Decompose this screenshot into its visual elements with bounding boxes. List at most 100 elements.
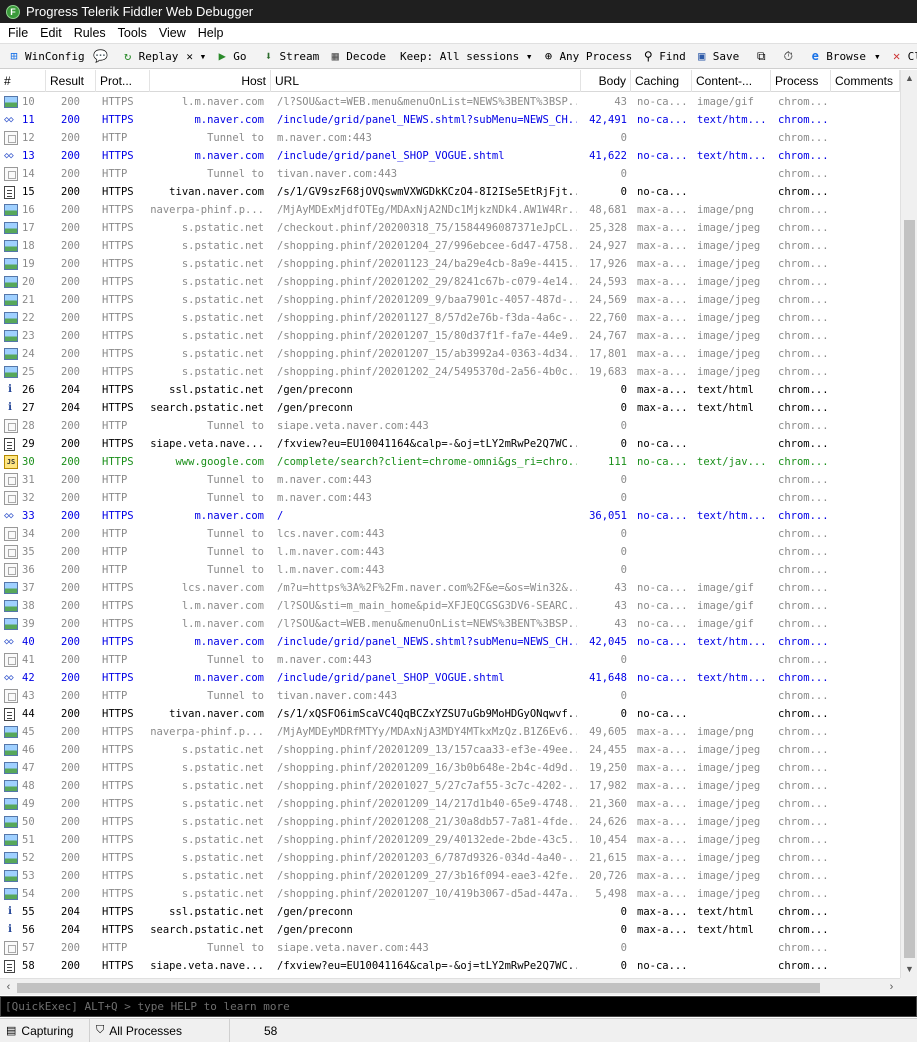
table-row[interactable]: 24 200 HTTPS s.pstatic.net/shopping.phinf/2… <box>0 345 900 363</box>
replay-button[interactable]: ↻ Replay <box>116 45 183 67</box>
capturing-toggle[interactable]: ▤ Capturing <box>0 1018 90 1042</box>
column-header-host[interactable]: Host <box>150 70 271 92</box>
table-row[interactable]: 29 200 HTTPS siape.veta.nave... /fxview?eu=E… <box>0 435 900 453</box>
scroll-right-arrow-icon[interactable]: › <box>883 979 900 996</box>
table-row[interactable]: 16 200 HTTPS naverpa-phinf.p... /MjAyMDExMjd… <box>0 201 900 219</box>
table-row[interactable]: 14 200 HTTP Tunnel to tivan.naver.com:443 0 ch… <box>0 165 900 183</box>
menu-view[interactable]: View <box>153 23 192 43</box>
session-url: /shopping.phinf/20201203_6/787d9326-034d… <box>277 852 577 864</box>
table-row[interactable]: ◇◇ 33 200 HTTPS m.naver.com / 36,051 no-ca... te… <box>0 507 900 525</box>
vertical-scroll-thumb[interactable] <box>904 220 915 958</box>
row-icon-cell <box>4 291 20 309</box>
keep-sessions-dropdown[interactable]: Keep: All sessions ▾ <box>396 45 536 67</box>
table-row[interactable]: i 55 204 HTTPS ssl.pstatic.net/gen/preconn 0 m… <box>0 903 900 921</box>
timer-button[interactable]: ⏱ <box>776 45 803 67</box>
scroll-down-arrow-icon[interactable]: ▼ <box>901 961 917 978</box>
column-header-content-type[interactable]: Content-... <box>692 70 771 92</box>
horizontal-scrollbar[interactable]: ‹ › <box>0 978 900 995</box>
table-row[interactable]: i 27 204 HTTPS search.pstatic.net/gen/precon… <box>0 399 900 417</box>
session-host: s.pstatic.net <box>181 366 264 378</box>
decode-button[interactable]: ▦ Decode <box>323 45 390 67</box>
vertical-scrollbar[interactable]: ▲ ▼ <box>900 70 917 978</box>
table-row[interactable]: 50 200 HTTPS s.pstatic.net/shopping.phinf/2… <box>0 813 900 831</box>
table-row[interactable]: 22 200 HTTPS s.pstatic.net/shopping.phinf/2… <box>0 309 900 327</box>
menu-file[interactable]: File <box>2 23 34 43</box>
table-row[interactable]: 34 200 HTTP Tunnel to lcs.naver.com:443 0 chro… <box>0 525 900 543</box>
table-row[interactable]: 41 200 HTTP Tunnel to m.naver.com:443 0 chrom.… <box>0 651 900 669</box>
table-row[interactable]: 51 200 HTTPS s.pstatic.net/shopping.phinf/2… <box>0 831 900 849</box>
table-row[interactable]: 35 200 HTTP Tunnel to l.m.naver.com:443 0 chro… <box>0 543 900 561</box>
table-row[interactable]: ◇◇ 42 200 HTTPS m.naver.com/include/grid/pan… <box>0 669 900 687</box>
column-header-result[interactable]: Result <box>46 70 96 92</box>
column-header-protocol[interactable]: Prot... <box>96 70 150 92</box>
horizontal-scroll-thumb[interactable] <box>17 983 820 993</box>
table-row[interactable]: 58 200 HTTPS siape.veta.nave... /fxview?eu=E… <box>0 957 900 975</box>
table-row[interactable]: 38 200 HTTPS l.m.naver.com/l?SOU&sti=m_main… <box>0 597 900 615</box>
menu-edit[interactable]: Edit <box>34 23 68 43</box>
session-caching: max-a... <box>637 204 688 216</box>
table-row[interactable]: 21 200 HTTPS s.pstatic.net/shopping.phinf/2… <box>0 291 900 309</box>
screenshot-button[interactable]: ⧉ <box>749 45 776 67</box>
sessions-list[interactable]: # Result Prot... Host URL Body Caching C… <box>0 70 917 978</box>
remove-dropdown[interactable]: ✕ ▾ <box>182 45 210 67</box>
winconfig-button[interactable]: ⊞ WinConfig <box>2 45 89 67</box>
table-row[interactable]: 52 200 HTTPS s.pstatic.net/shopping.phinf/2… <box>0 849 900 867</box>
table-row[interactable]: 46 200 HTTPS s.pstatic.net/shopping.phinf/2… <box>0 741 900 759</box>
table-row[interactable]: 48 200 HTTPS s.pstatic.net/shopping.phinf/2… <box>0 777 900 795</box>
table-row[interactable]: 53 200 HTTPS s.pstatic.net/shopping.phinf/2… <box>0 867 900 885</box>
table-row[interactable]: ◇◇ 11 200 HTTPS m.naver.com/include/grid/pan… <box>0 111 900 129</box>
session-protocol: HTTPS <box>102 510 134 522</box>
go-button[interactable]: ▶ Go <box>210 45 250 67</box>
process-filter[interactable]: ⛉ All Processes <box>90 1018 230 1042</box>
table-row[interactable]: ◇◇ 13 200 HTTPS m.naver.com/include/grid/pan… <box>0 147 900 165</box>
table-row[interactable]: 19 200 HTTPS s.pstatic.net/shopping.phinf/2… <box>0 255 900 273</box>
column-header-body[interactable]: Body <box>581 70 631 92</box>
table-row[interactable]: 47 200 HTTPS s.pstatic.net/shopping.phinf/2… <box>0 759 900 777</box>
clear-cache-button[interactable]: ✕ Clear Cache <box>885 45 917 67</box>
table-row[interactable]: 43 200 HTTP Tunnel to tivan.naver.com:443 0 ch… <box>0 687 900 705</box>
table-row[interactable]: 54 200 HTTPS s.pstatic.net/shopping.phinf/2… <box>0 885 900 903</box>
table-row[interactable]: i 26 204 HTTPS ssl.pstatic.net/gen/preconn 0 m… <box>0 381 900 399</box>
table-row[interactable]: 32 200 HTTP Tunnel to m.naver.com:443 0 chrom.… <box>0 489 900 507</box>
table-row[interactable]: 37 200 HTTPS lcs.naver.com/m?u=https%3A%2F%… <box>0 579 900 597</box>
table-row[interactable]: 10 200 HTTPS l.m.naver.com/l?SOU&act=WEB.me… <box>0 93 900 111</box>
scroll-left-arrow-icon[interactable]: ‹ <box>0 979 17 996</box>
browse-dropdown-arrow[interactable]: ▾ <box>870 45 885 67</box>
session-result: 200 <box>61 798 80 810</box>
table-row[interactable]: 45 200 HTTPS naverpa-phinf.p... /MjAyMDEyMDR… <box>0 723 900 741</box>
table-row[interactable]: 31 200 HTTP Tunnel to m.naver.com:443 0 chrom.… <box>0 471 900 489</box>
column-header-url[interactable]: URL <box>271 70 581 92</box>
table-row[interactable]: 28 200 HTTP Tunnel to siape.veta.naver.com:4… <box>0 417 900 435</box>
table-row[interactable]: 57 200 HTTP Tunnel to siape.veta.naver.com:4… <box>0 939 900 957</box>
column-header-number[interactable]: # <box>0 70 46 92</box>
save-button[interactable]: ▣ Save <box>690 45 744 67</box>
menu-tools[interactable]: Tools <box>112 23 153 43</box>
session-content-type: image/jpeg <box>697 258 761 270</box>
find-button[interactable]: ⚲ Find <box>636 45 690 67</box>
table-row[interactable]: 15 200 HTTPS tivan.naver.com/s/1/GV9szF68jO… <box>0 183 900 201</box>
quickexec-input[interactable]: [QuickExec] ALT+Q > type HELP to learn m… <box>0 996 917 1017</box>
menu-rules[interactable]: Rules <box>68 23 112 43</box>
menu-help[interactable]: Help <box>192 23 230 43</box>
table-row[interactable]: 25 200 HTTPS s.pstatic.net/shopping.phinf/2… <box>0 363 900 381</box>
table-row[interactable]: 39 200 HTTPS l.m.naver.com/l?SOU&act=WEB.me… <box>0 615 900 633</box>
table-row[interactable]: JS 30 200 HTTPS www.google.com/complete/sear… <box>0 453 900 471</box>
scroll-up-arrow-icon[interactable]: ▲ <box>901 70 917 87</box>
table-row[interactable]: 44 200 HTTPS tivan.naver.com/s/1/xQSFO6imSc… <box>0 705 900 723</box>
table-row[interactable]: 36 200 HTTP Tunnel to l.m.naver.com:443 0 chro… <box>0 561 900 579</box>
column-header-caching[interactable]: Caching <box>631 70 692 92</box>
column-header-process[interactable]: Process <box>771 70 831 92</box>
table-row[interactable]: ◇◇ 40 200 HTTPS m.naver.com/include/grid/pan… <box>0 633 900 651</box>
browse-button[interactable]: e Browse <box>803 45 870 67</box>
table-row[interactable]: 12 200 HTTP Tunnel to m.naver.com:443 0 chrom.… <box>0 129 900 147</box>
any-process-button[interactable]: ⊕ Any Process <box>536 45 636 67</box>
table-row[interactable]: 23 200 HTTPS s.pstatic.net/shopping.phinf/2… <box>0 327 900 345</box>
table-row[interactable]: 18 200 HTTPS s.pstatic.net/shopping.phinf/2… <box>0 237 900 255</box>
table-row[interactable]: 20 200 HTTPS s.pstatic.net/shopping.phinf/2… <box>0 273 900 291</box>
table-row[interactable]: 49 200 HTTPS s.pstatic.net/shopping.phinf/2… <box>0 795 900 813</box>
comment-button[interactable]: 💬 <box>89 45 116 67</box>
table-row[interactable]: i 56 204 HTTPS search.pstatic.net/gen/precon… <box>0 921 900 939</box>
column-header-comments[interactable]: Comments <box>831 70 900 92</box>
table-row[interactable]: 17 200 HTTPS s.pstatic.net/checkout.phinf/2… <box>0 219 900 237</box>
stream-button[interactable]: ⬇ Stream <box>256 45 323 67</box>
